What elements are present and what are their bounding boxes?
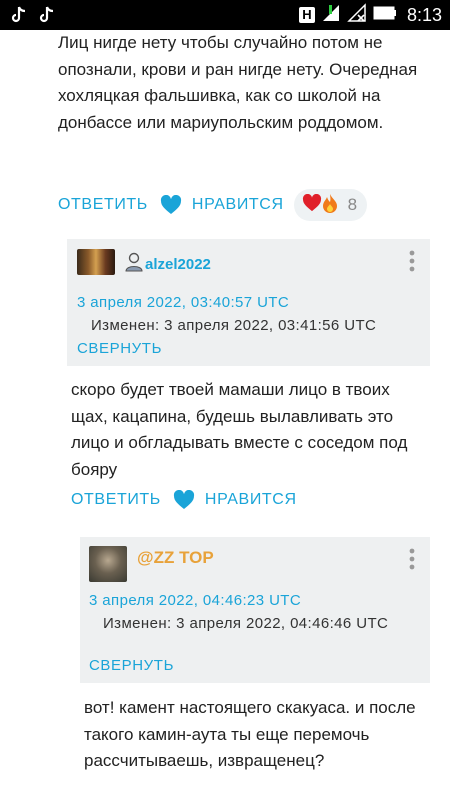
carrier-badge: H — [298, 7, 315, 23]
like-button[interactable]: НРАВИТСЯ — [192, 196, 284, 214]
battery-icon — [373, 6, 397, 25]
edited-timestamp: Изменен: 3 апреля 2022, 04:46:46 UTC — [103, 615, 389, 632]
heart-icon[interactable] — [160, 194, 182, 215]
user-icon — [125, 252, 143, 276]
comment-actions: ОТВЕТИТЬ НРАВИТСЯ 8 — [58, 189, 368, 221]
comment-text: Лиц нигде нету чтобы случайно потом не о… — [58, 33, 418, 132]
heart-icon[interactable] — [173, 489, 195, 510]
avatar[interactable] — [77, 249, 115, 275]
comment-date[interactable]: 3 апреля 2022, 04:46:23 UTC — [89, 592, 301, 609]
fire-icon — [322, 193, 338, 218]
reply-header-card: alzel2022 3 апреля 2022, 03:40:57 UTC Из… — [67, 239, 430, 366]
author-name[interactable]: @ZZ TOP — [137, 548, 214, 568]
reply-text: вот! камент настоящего скакуаса. и после… — [84, 698, 416, 770]
reactions-pill[interactable]: 8 — [293, 189, 368, 221]
comment-date[interactable]: 3 апреля 2022, 03:40:57 UTC — [77, 294, 289, 311]
status-bar: H 8:13 — [0, 0, 450, 30]
collapse-button[interactable]: СВЕРНУТЬ — [89, 657, 174, 674]
tiktok-icon — [38, 6, 56, 24]
more-options-icon[interactable] — [409, 250, 415, 272]
reply-header-card: @ZZ TOP 3 апреля 2022, 04:46:23 UTC Изме… — [80, 537, 430, 683]
red-heart-icon — [302, 193, 322, 217]
clock: 8:13 — [406, 4, 442, 25]
reply-button[interactable]: ОТВЕТИТЬ — [58, 196, 148, 214]
more-options-icon[interactable] — [409, 548, 415, 570]
tiktok-icon — [10, 6, 28, 24]
like-button[interactable]: НРАВИТСЯ — [205, 491, 297, 509]
reply-text: скоро будет твоей мамаши лицо в твоих ща… — [71, 380, 408, 479]
reply-actions: ОТВЕТИТЬ НРАВИТСЯ — [71, 489, 297, 510]
edited-timestamp: Изменен: 3 апреля 2022, 03:41:56 UTC — [91, 317, 377, 334]
reply-button[interactable]: ОТВЕТИТЬ — [71, 491, 161, 509]
no-sim-icon — [347, 2, 367, 28]
signal-icon — [321, 3, 341, 28]
collapse-button[interactable]: СВЕРНУТЬ — [77, 340, 162, 357]
avatar[interactable] — [89, 546, 127, 582]
reaction-count: 8 — [347, 195, 358, 214]
author-name[interactable]: alzel2022 — [125, 252, 211, 276]
